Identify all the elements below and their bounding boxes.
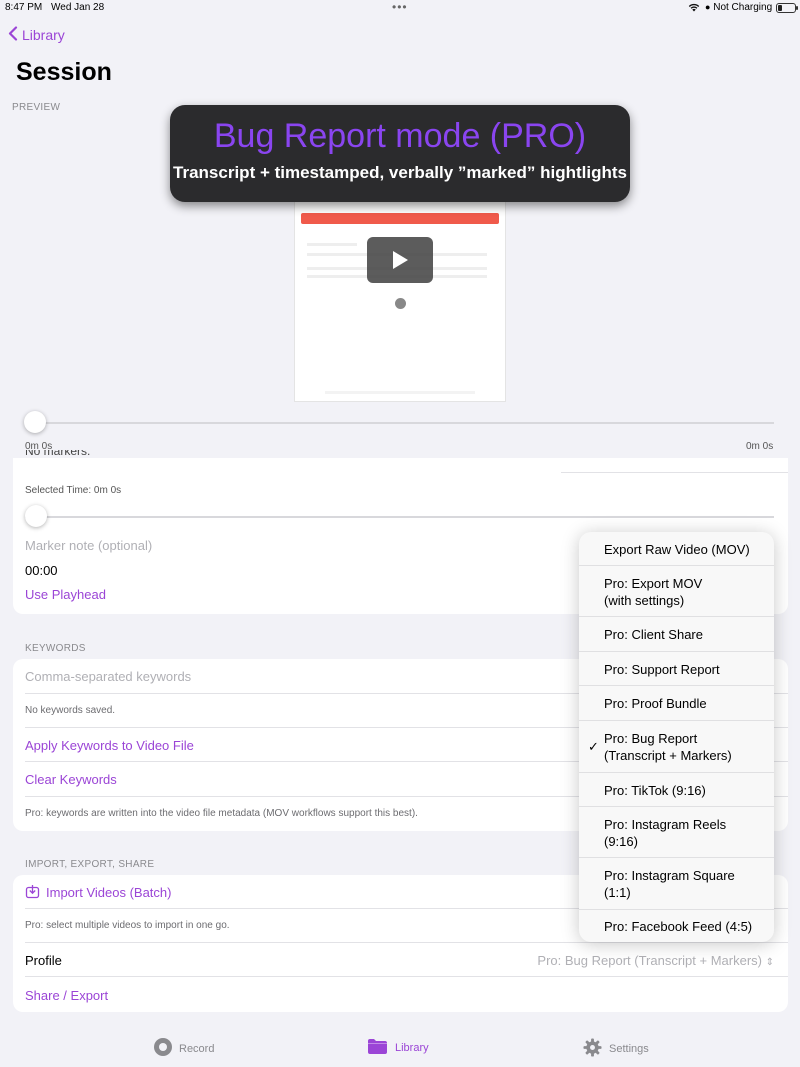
profile-row[interactable]: Profile Pro: Bug Report (Transcript + Ma…: [25, 943, 788, 977]
thumbnail-line: [307, 243, 357, 246]
menu-item[interactable]: Pro: Instagram Reels (9:16): [579, 807, 774, 858]
tab-library-label: Library: [395, 1042, 429, 1054]
thumbnail-line: [325, 391, 475, 394]
status-date: Wed Jan 28: [51, 2, 105, 13]
battery-status-text: ● Not Charging: [705, 2, 772, 13]
preview-section-label: PREVIEW: [12, 102, 61, 113]
thumbnail-dot: [395, 298, 406, 309]
menu-item-sublabel: (9:16): [604, 834, 638, 849]
banner-title: Bug Report mode (PRO): [213, 117, 587, 155]
marker-time-value[interactable]: 00:00: [25, 563, 58, 578]
status-time: 8:47 PM: [5, 2, 43, 13]
menu-item-selected[interactable]: ✓ Pro: Bug Report (Transcript + Markers): [579, 721, 774, 773]
menu-item[interactable]: Pro: Instagram Square (1:1): [579, 858, 774, 910]
selected-time-label: Selected Time: 0m 0s: [25, 485, 122, 496]
folder-icon: [367, 1038, 388, 1058]
menu-item[interactable]: Pro: Export MOV (with settings): [579, 566, 774, 617]
battery-status-label: Not Charging: [713, 2, 773, 13]
menu-item[interactable]: Pro: Client Share: [579, 617, 774, 652]
import-videos-button[interactable]: Import Videos (Batch): [46, 885, 171, 900]
menu-item[interactable]: Pro: TikTok (9:16): [579, 773, 774, 807]
back-button-label: Library: [22, 27, 65, 43]
chevron-left-icon: [8, 26, 18, 44]
banner-subtitle: Transcript + timestamped, verbally ”mark…: [173, 163, 627, 182]
timeline-end-time: 0m 0s: [746, 441, 774, 452]
import-note: Pro: select multiple videos to import in…: [25, 920, 230, 931]
menu-item-sublabel: (Transcript + Markers): [604, 748, 732, 763]
timeline-track[interactable]: [25, 422, 774, 424]
menu-item-sublabel: (with settings): [604, 593, 685, 608]
keywords-section-label: KEYWORDS: [25, 643, 86, 654]
battery-icon: [776, 3, 798, 13]
share-export-button[interactable]: Share / Export: [25, 988, 108, 1003]
menu-item-label: Pro: Facebook Feed (4:5): [604, 919, 753, 934]
marker-time-track[interactable]: [25, 516, 774, 518]
checkmark-icon: ✓: [588, 739, 599, 754]
menu-item-label: Pro: Proof Bundle: [604, 696, 707, 711]
record-icon: [154, 1038, 172, 1059]
export-profile-menu: Export Raw Video (MOV) Pro: Export MOV (…: [579, 532, 774, 942]
menu-item-label: Pro: Bug Report: [604, 731, 698, 746]
tab-bar: Record Library Settings: [0, 1030, 800, 1067]
import-export-section-label: IMPORT, EXPORT, SHARE: [25, 859, 155, 870]
play-icon: [393, 251, 408, 269]
menu-item-label: Pro: Export MOV: [604, 576, 703, 591]
profile-label: Profile: [25, 953, 62, 968]
menu-item-label: Pro: TikTok (9:16): [604, 783, 706, 798]
thumbnail-red-bar: [301, 213, 499, 224]
menu-item-sublabel: (1:1): [604, 885, 631, 900]
menu-item-label: Pro: Support Report: [604, 662, 720, 677]
import-icon: [25, 884, 40, 904]
lock-icon: ●: [705, 2, 711, 12]
menu-item-label: Export Raw Video (MOV): [604, 542, 750, 557]
divider: [561, 472, 788, 473]
menu-item[interactable]: Export Raw Video (MOV): [579, 532, 774, 566]
status-bar: 8:47 PM Wed Jan 28 ••• ● Not Charging: [0, 0, 800, 18]
menu-item-label: Pro: Instagram Reels: [604, 817, 727, 832]
play-button[interactable]: [367, 237, 433, 283]
wifi-icon: [688, 2, 700, 15]
profile-value: Pro: Bug Report (Transcript + Markers): [537, 953, 762, 968]
marker-time-slider-thumb[interactable]: [25, 505, 47, 527]
marker-note-input[interactable]: Marker note (optional): [25, 538, 152, 553]
markers-empty-text: No markers.: [25, 450, 91, 458]
tab-settings-label: Settings: [609, 1043, 649, 1055]
menu-item[interactable]: Pro: Facebook Feed (4:5): [579, 910, 774, 942]
use-playhead-button[interactable]: Use Playhead: [25, 587, 106, 602]
profile-selector[interactable]: Pro: Bug Report (Transcript + Markers) ⇕: [537, 953, 774, 968]
keywords-status-text: No keywords saved.: [25, 705, 116, 716]
menu-item[interactable]: Pro: Proof Bundle: [579, 686, 774, 721]
markers-empty-row: No markers.: [25, 450, 585, 464]
promo-banner: Bug Report mode (PRO) Transcript + times…: [170, 105, 630, 202]
timeline-slider-thumb[interactable]: [24, 411, 46, 433]
tab-record-label: Record: [179, 1042, 215, 1055]
tab-record[interactable]: Record: [154, 1038, 214, 1059]
keywords-input[interactable]: Comma-separated keywords: [25, 669, 191, 684]
gear-icon: [583, 1038, 602, 1060]
chevron-up-down-icon: ⇕: [765, 957, 774, 968]
menu-item-label: Pro: Client Share: [604, 627, 703, 642]
multitasking-dots-icon[interactable]: •••: [392, 0, 408, 14]
keywords-note: Pro: keywords are written into the video…: [25, 808, 418, 819]
page-title: Session: [16, 58, 112, 86]
back-button[interactable]: Library: [8, 26, 65, 44]
clear-keywords-button[interactable]: Clear Keywords: [25, 772, 117, 787]
menu-item[interactable]: Pro: Support Report: [579, 652, 774, 686]
tab-library[interactable]: Library: [367, 1038, 429, 1058]
menu-item-label: Pro: Instagram Square: [604, 868, 735, 883]
tab-settings[interactable]: Settings: [583, 1038, 649, 1060]
apply-keywords-button[interactable]: Apply Keywords to Video File: [25, 738, 194, 753]
